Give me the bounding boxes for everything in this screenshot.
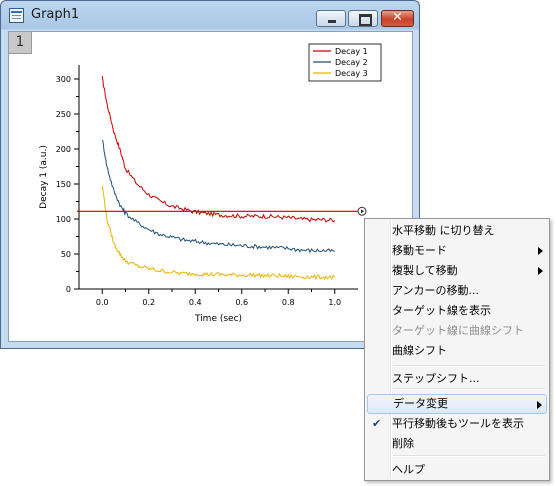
graph-window: Graph1 ✕ 1 0.0 0.2 0.4 0.6 0.8 1.0 0 50 100 150 20… (0, 0, 420, 349)
menu-item-2[interactable]: 移動モード (367, 241, 547, 261)
legend-label: Decay 3 (335, 69, 368, 78)
x-tick-label: 0.0 (96, 298, 109, 307)
submenu-arrow-icon (538, 267, 543, 275)
menu-item-label: ヘルプ (392, 463, 425, 476)
y-tick-label: 250 (56, 110, 71, 119)
menu-item-label: 削除 (392, 437, 414, 450)
close-icon: ✕ (392, 10, 403, 25)
menu-item-9[interactable]: データ変更 (367, 394, 547, 414)
menu-item-label: 複製して移動 (392, 264, 458, 277)
menu-item-label: 水平移動 に切り替え (392, 224, 495, 237)
minimize-button[interactable] (316, 10, 346, 27)
menu-item-7[interactable]: 曲線シフト (367, 341, 547, 361)
menu-item-1[interactable]: 水平移動 に切り替え (367, 221, 547, 241)
x-tick-label: 0.4 (189, 298, 202, 307)
menu-item-label: データ変更 (393, 397, 448, 410)
menu-item-label: ターゲット線を表示 (392, 304, 491, 317)
menu-item-8[interactable]: ステップシフト... (367, 369, 547, 389)
y-axis-title: Decay 1 (a.u.) (39, 145, 49, 209)
y-tick-label: 50 (61, 250, 71, 259)
window-title: Graph1 (31, 7, 80, 22)
menu-item-label: ステップシフト... (392, 372, 480, 385)
check-icon: ✔ (372, 417, 382, 430)
title-bar[interactable]: Graph1 ✕ (1, 1, 419, 29)
y-tick-label: 200 (56, 145, 71, 154)
menu-item-4[interactable]: アンカーの移動... (367, 281, 547, 301)
legend-label: Decay 2 (335, 58, 368, 67)
legend-label: Decay 1 (335, 47, 368, 56)
menu-item-10[interactable]: ✔ 平行移動後もツールを表示 (367, 414, 547, 434)
menu-item-label: アンカーの移動... (392, 284, 480, 297)
x-tick-label: 0.8 (282, 298, 295, 307)
submenu-arrow-icon (538, 247, 543, 255)
menu-item-label: ターゲット線に曲線シフト (392, 324, 524, 337)
y-tick-label: 100 (56, 215, 71, 224)
close-button[interactable]: ✕ (381, 10, 414, 27)
graph-canvas[interactable]: 1 0.0 0.2 0.4 0.6 0.8 1.0 0 50 100 150 200 250 300 Ti… (8, 31, 413, 342)
minimize-icon (328, 20, 336, 23)
series-line-3 (101, 185, 336, 281)
menu-item-5[interactable]: ターゲット線を表示 (367, 301, 547, 321)
series-line-2 (101, 139, 335, 254)
menu-separator (393, 365, 545, 367)
y-tick-label: 150 (56, 180, 71, 189)
plot-area[interactable]: 0.0 0.2 0.4 0.6 0.8 1.0 0 50 100 150 200 250 300 Time… (9, 32, 412, 341)
y-tick-label: 300 (56, 75, 71, 84)
x-tick-label: 0.2 (142, 298, 155, 307)
graph-window-icon[interactable] (9, 8, 24, 23)
x-tick-label: 1.0 (328, 298, 341, 307)
menu-item-label: 曲線シフト (392, 344, 447, 357)
menu-item-11[interactable]: 削除 (367, 434, 547, 454)
menu-item-label: 平行移動後もツールを表示 (392, 417, 524, 430)
menu-item-12[interactable]: ヘルプ (367, 460, 547, 480)
menu-item-3[interactable]: 複製して移動 (367, 261, 547, 281)
series-line-1 (101, 75, 336, 223)
menu-item-6: ターゲット線に曲線シフト (367, 321, 547, 341)
maximize-button[interactable] (348, 10, 378, 27)
menu-item-label: 移動モード (392, 244, 447, 257)
menu-separator (393, 455, 545, 457)
submenu-arrow-icon (537, 401, 542, 409)
maximize-icon (359, 14, 372, 26)
x-tick-label: 0.6 (235, 298, 248, 307)
context-menu: 水平移動 に切り替え 移動モード複製して移動アンカーの移動... ターゲット線を表示… (364, 218, 550, 481)
x-axis-title: Time (sec) (194, 314, 242, 324)
y-tick-label: 0 (66, 285, 71, 294)
